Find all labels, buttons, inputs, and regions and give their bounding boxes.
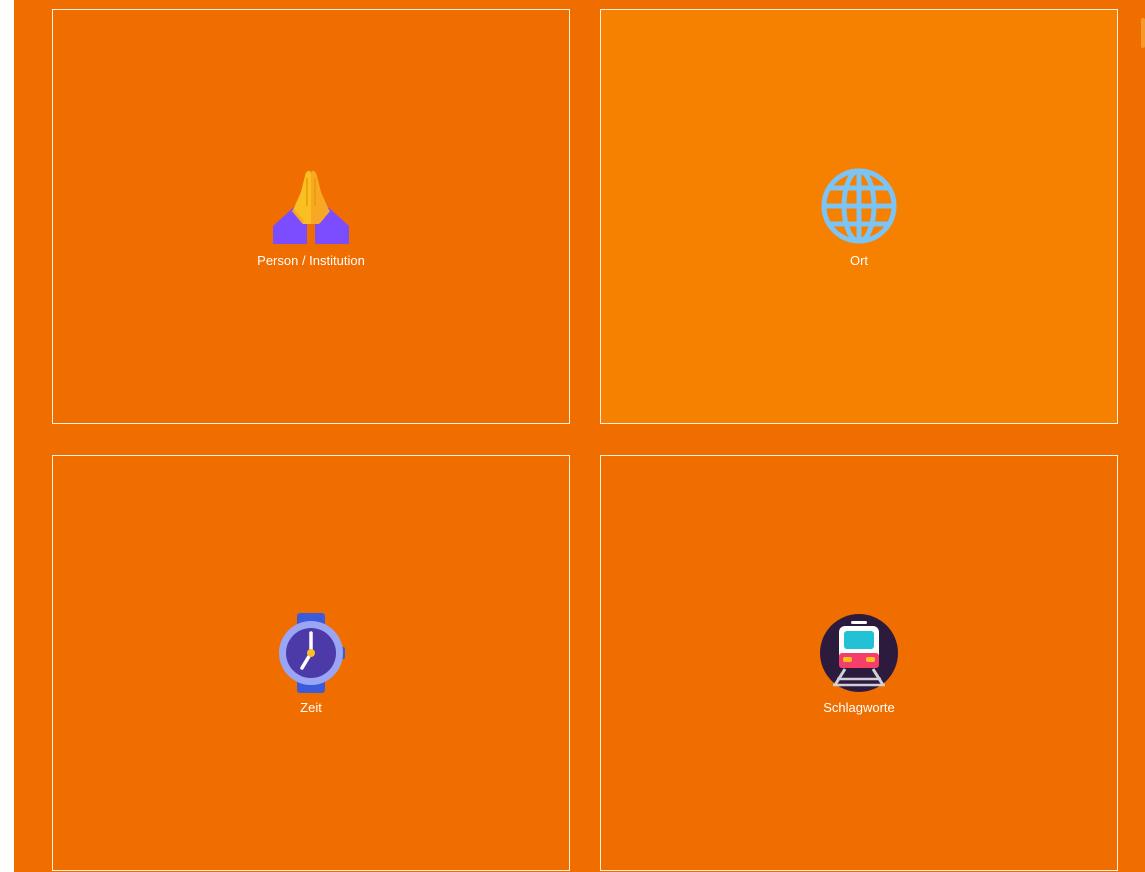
tile-label: Zeit bbox=[300, 700, 322, 715]
tile-label: Ort bbox=[849, 253, 869, 268]
category-tile-zeit[interactable]: Zeit bbox=[52, 455, 570, 871]
scrollbar-handle[interactable] bbox=[1141, 18, 1145, 48]
folded-hands-icon bbox=[273, 170, 349, 244]
category-tile-schlagworte[interactable]: Schlagworte bbox=[600, 455, 1118, 871]
tile-content: Zeit bbox=[53, 613, 569, 716]
tile-content: Person / Institution bbox=[53, 166, 569, 269]
category-page: Person / Institution Ort Zeit Schlagwort… bbox=[14, 0, 1145, 872]
tile-label: Person / Institution bbox=[257, 253, 365, 268]
tile-content: Ort bbox=[601, 166, 1117, 269]
tram-icon bbox=[820, 614, 898, 692]
wristwatch-icon bbox=[279, 613, 345, 693]
tile-content: Schlagworte bbox=[601, 613, 1117, 716]
category-tile-person-institution[interactable]: Person / Institution bbox=[52, 9, 570, 424]
tile-label: Schlagworte bbox=[823, 700, 895, 715]
category-tile-ort[interactable]: Ort bbox=[600, 9, 1118, 424]
globe-icon bbox=[821, 168, 897, 244]
